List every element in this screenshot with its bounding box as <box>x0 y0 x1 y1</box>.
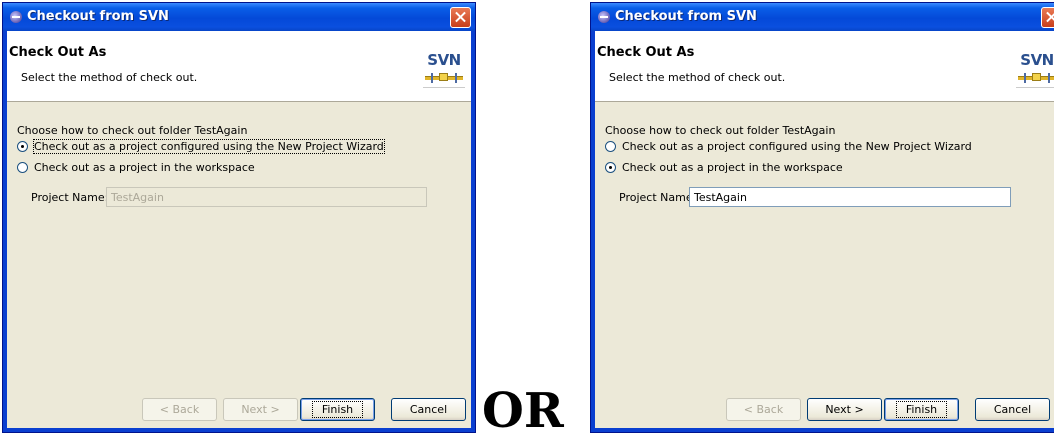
close-button[interactable] <box>1041 7 1054 28</box>
project-name-label: Project Name: <box>31 191 109 204</box>
cancel-button[interactable]: Cancel <box>975 398 1050 421</box>
svn-logo-text: SVN <box>427 51 461 69</box>
radio-selected-icon[interactable] <box>605 162 616 173</box>
svn-logo-icon: SVN <box>1016 51 1054 91</box>
radio-option-new-project-wizard[interactable]: Check out as a project configured using … <box>17 139 385 154</box>
radio-unselected-icon[interactable] <box>17 162 28 173</box>
radio-selected-icon[interactable] <box>17 141 28 152</box>
button-bar: < Back Next > Finish Cancel <box>7 376 471 428</box>
svn-logo-text: SVN <box>1020 51 1054 69</box>
banner-description: Select the method of check out. <box>609 71 786 84</box>
project-name-input[interactable]: TestAgain <box>689 187 1011 207</box>
project-name-input[interactable]: TestAgain <box>106 187 427 207</box>
dialog-title: Checkout from SVN <box>615 9 757 24</box>
dialog-content: Check Out As Select the method of check … <box>7 31 471 428</box>
banner-description: Select the method of check out. <box>21 71 198 84</box>
eclipse-icon <box>10 11 22 23</box>
radio-label: Check out as a project in the workspace <box>34 161 255 174</box>
finish-label: Finish <box>311 401 364 418</box>
radio-label: Check out as a project configured using … <box>33 139 385 154</box>
wizard-banner: Check Out As Select the method of check … <box>595 31 1054 102</box>
next-button[interactable]: Next > <box>807 398 882 421</box>
title-bar[interactable]: Checkout from SVN <box>3 3 475 31</box>
banner-title: Check Out As <box>9 45 107 60</box>
eclipse-icon <box>598 11 610 23</box>
checkout-dialog-workspace-option: Checkout from SVN Check Out As Select th… <box>590 2 1054 433</box>
radio-label: Check out as a project in the workspace <box>622 161 843 174</box>
dialog-content: Check Out As Select the method of check … <box>595 31 1054 428</box>
back-button[interactable]: < Back <box>726 398 801 421</box>
finish-button[interactable]: Finish <box>884 398 959 421</box>
wizard-banner: Check Out As Select the method of check … <box>7 31 471 102</box>
radio-option-project-in-workspace[interactable]: Check out as a project in the workspace <box>17 161 255 174</box>
checkout-dialog-wizard-option: Checkout from SVN Check Out As Select th… <box>2 2 476 433</box>
back-button[interactable]: < Back <box>142 398 217 421</box>
radio-unselected-icon[interactable] <box>605 141 616 152</box>
or-separator: OR <box>482 383 564 439</box>
choose-label: Choose how to check out folder TestAgain <box>17 124 248 137</box>
radio-option-new-project-wizard[interactable]: Check out as a project configured using … <box>605 140 972 153</box>
choose-label: Choose how to check out folder TestAgain <box>605 124 836 137</box>
cancel-button[interactable]: Cancel <box>391 398 466 421</box>
svn-logo-icon: SVN <box>423 51 465 91</box>
dialog-title: Checkout from SVN <box>27 9 169 24</box>
button-bar: < Back Next > Finish Cancel <box>595 376 1054 428</box>
radio-label: Check out as a project configured using … <box>622 140 972 153</box>
next-button[interactable]: Next > <box>223 398 298 421</box>
project-name-label: Project Name: <box>619 191 697 204</box>
close-button[interactable] <box>450 7 471 28</box>
finish-label: Finish <box>895 401 948 418</box>
banner-title: Check Out As <box>597 45 695 60</box>
finish-button[interactable]: Finish <box>300 398 375 421</box>
title-bar[interactable]: Checkout from SVN <box>591 3 1054 31</box>
radio-option-project-in-workspace[interactable]: Check out as a project in the workspace <box>605 161 843 174</box>
